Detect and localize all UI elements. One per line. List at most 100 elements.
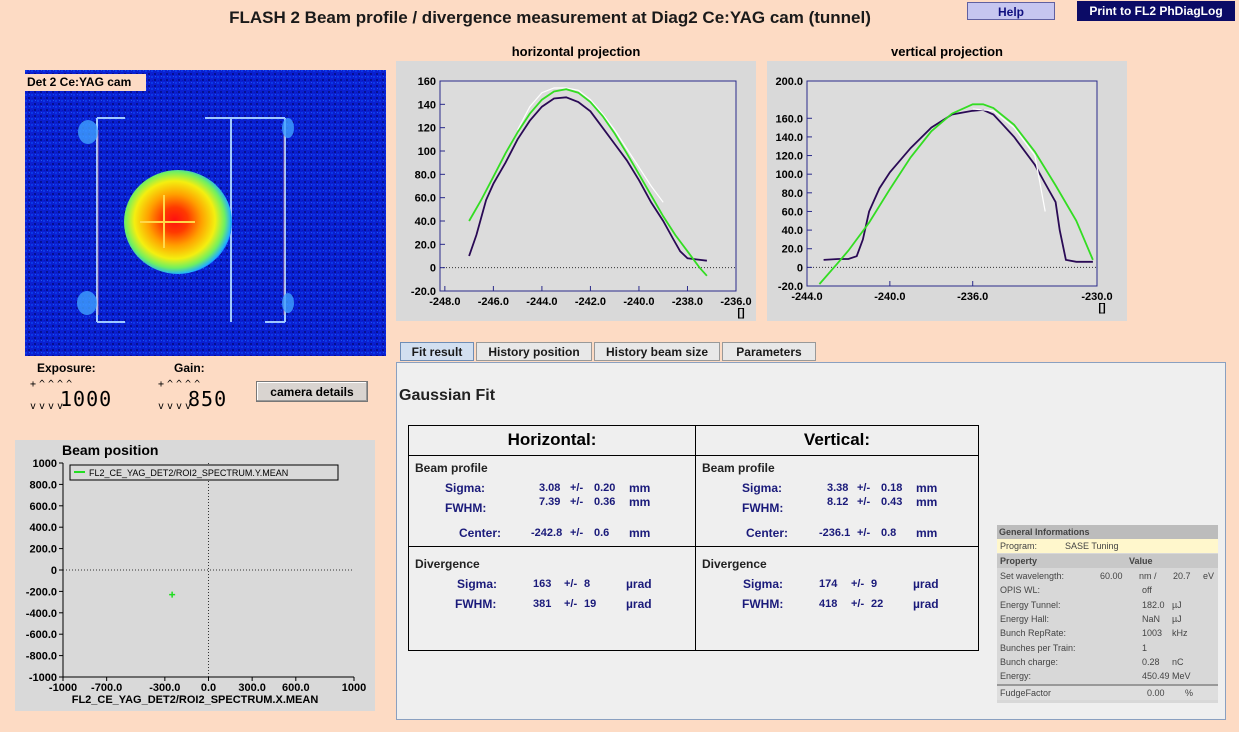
property-header-row: Property Value xyxy=(997,554,1218,568)
general-info-row-unit: µJ xyxy=(1172,599,1182,610)
h-center-value: -242.8 xyxy=(531,527,563,539)
v-sigma-value: 3.38 xyxy=(827,482,849,494)
y-tick-label: 80.0 xyxy=(782,188,803,200)
col-value: Value xyxy=(1129,556,1153,566)
fudge-unit: % xyxy=(1185,688,1194,698)
general-info-row-unit: MeV xyxy=(1172,671,1191,682)
v-center-unit: mm xyxy=(916,526,938,540)
tab-history-beam-size[interactable]: History beam size xyxy=(594,342,720,361)
gain-down-arrows[interactable]: vvvv xyxy=(158,402,194,412)
general-info-row-value: off xyxy=(1142,585,1152,596)
general-info-row-label: Energy Tunnel: xyxy=(1000,599,1061,610)
fit-result-table: Horizontal: Vertical: Beam profile Sigma… xyxy=(408,425,979,651)
h-sigma-label: Sigma: xyxy=(445,481,486,495)
y-tick-label: 0 xyxy=(51,565,57,577)
general-info-row-value: 1003 xyxy=(1142,628,1163,639)
vertical-projection-title: vertical projection xyxy=(891,44,1003,59)
general-info-row-extra-unit: eV xyxy=(1203,571,1215,581)
x-tick-label: -244.0 xyxy=(526,296,557,308)
y-tick-label: 200.0 xyxy=(775,76,803,88)
program-label: Program: xyxy=(1000,541,1038,551)
general-info-row: Set wavelength: 60.00 nm / 20.7 eV xyxy=(997,569,1218,583)
y-tick-label: 120 xyxy=(418,123,436,135)
horizontal-projection-panel: 160 140 120 100 80.0 60.0 40.0 20.0 0 -20.0 -248.0… xyxy=(396,61,756,321)
print-to-logbook-button[interactable]: Print to FL2 PhDiagLog xyxy=(1077,1,1235,21)
general-info-row-label: OPIS WL: xyxy=(1000,585,1041,596)
vertical-projection-chart: 200.0 160.0 140.0 120.0 100.0 80.0 60.0 40.0 20.… xyxy=(775,76,1112,314)
h-sigma-value: 3.08 xyxy=(539,482,561,494)
h-center-pm: +/- xyxy=(570,527,584,539)
general-info-row-unit: nC xyxy=(1172,656,1184,667)
exposure-value[interactable]: 1000 xyxy=(60,389,112,409)
general-info-row-value: 1 xyxy=(1142,642,1148,653)
fudge-row: FudgeFactor 0.00 % xyxy=(997,684,1218,700)
v-center-pm: +/- xyxy=(857,527,871,539)
v-fwhm-unit: mm xyxy=(916,495,938,509)
camera-details-button[interactable]: camera details xyxy=(256,381,368,402)
tab-parameters[interactable]: Parameters xyxy=(722,342,816,361)
h-beam-profile-label: Beam profile xyxy=(415,461,488,475)
y-tick-label: 80.0 xyxy=(415,169,436,181)
general-info-row-label: Energy Hall: xyxy=(1000,613,1050,624)
v-sigma-unit: mm xyxy=(916,481,938,495)
program-row: Program: SASE Tuning xyxy=(997,539,1218,553)
h-div-sigma-label: Sigma: xyxy=(457,577,498,591)
fudge-value: 0.00 xyxy=(1147,688,1165,698)
v-div-sigma-label: Sigma: xyxy=(743,577,784,591)
h-div-sigma-pm: +/- xyxy=(564,578,578,590)
y-tick-label: 600.0 xyxy=(29,501,57,513)
gain-spinner[interactable]: +^^^^ 850 vvvv xyxy=(158,380,233,412)
y-tick-label: 20.0 xyxy=(782,244,803,256)
v-div-fwhm-error: 22 xyxy=(871,598,884,610)
horizontal-projection-title: horizontal projection xyxy=(511,44,641,59)
y-tick-label: 100 xyxy=(418,146,436,158)
general-info-row-unit: nm / xyxy=(1139,571,1157,581)
legend-label: FL2_CE_YAG_DET2/ROI2_SPECTRUM.Y.MEAN xyxy=(89,468,288,478)
general-info-row-unit: kHz xyxy=(1172,628,1188,639)
vertical-header: Vertical: xyxy=(803,430,871,449)
h-div-sigma-error: 8 xyxy=(584,578,591,590)
tab-history-position[interactable]: History position xyxy=(476,342,592,361)
v-sigma-pm: +/- xyxy=(857,482,871,494)
y-tick-label: 140 xyxy=(418,99,436,111)
exposure-down-arrows[interactable]: vvvv xyxy=(30,402,66,412)
general-info-row: OPIS WL: off xyxy=(997,583,1218,597)
v-sigma-error: 0.18 xyxy=(881,482,903,494)
v-center-value: -236.1 xyxy=(819,527,851,539)
camera-label: Det 2 Ce:YAG cam xyxy=(25,74,146,91)
x-tick-label: -236.0 xyxy=(957,291,988,303)
v-fwhm-pm: +/- xyxy=(857,496,871,508)
x-tick-label: -1000 xyxy=(49,682,77,694)
h-sigma-error: 0.20 xyxy=(594,482,616,494)
exposure-spinner[interactable]: +^^^^ 1000 vvvv xyxy=(30,380,115,412)
beam-position-chart: 1000 800.0 600.0 400.0 200.0 0 -200.0 -400.0 -60… xyxy=(26,458,366,706)
x-tick-label: 1000 xyxy=(342,682,366,694)
y-tick-label: 60.0 xyxy=(782,206,803,218)
h-fwhm-pm: +/- xyxy=(570,496,584,508)
tab-fit-result[interactable]: Fit result xyxy=(400,342,474,361)
general-info-row: Bunches per Train: 1 xyxy=(997,641,1218,655)
exposure-label: Exposure: xyxy=(37,361,96,375)
v-div-sigma-error: 9 xyxy=(871,578,878,590)
general-info-row: Energy Hall: NaN µJ xyxy=(997,612,1218,626)
general-info-row-value: 182.0 xyxy=(1142,599,1165,610)
beam-position-title: Beam position xyxy=(62,442,159,458)
help-button[interactable]: Help xyxy=(967,2,1055,20)
y-tick-label: 40.0 xyxy=(415,216,436,228)
y-tick-label: -800.0 xyxy=(26,651,57,663)
x-tick-label: -238.0 xyxy=(672,296,703,308)
horizontal-header: Horizontal: xyxy=(507,430,597,449)
v-center-error: 0.8 xyxy=(881,527,897,539)
general-info-row-label: Energy: xyxy=(1000,671,1032,682)
x-unit-label: [] xyxy=(737,307,745,319)
h-center-unit: mm xyxy=(629,526,651,540)
h-div-fwhm-unit: µrad xyxy=(626,597,652,611)
gain-label: Gain: xyxy=(174,361,205,375)
general-info-row-value: 450.49 xyxy=(1142,671,1170,682)
page-title: FLASH 2 Beam profile / divergence measur… xyxy=(229,8,871,27)
x-tick-label: -230.0 xyxy=(1081,291,1112,303)
v-div-sigma-value: 174 xyxy=(819,578,838,590)
general-info-panel: General Informations Program: SASE Tunin… xyxy=(997,525,1218,703)
v-div-sigma-unit: µrad xyxy=(913,577,939,591)
v-div-fwhm-pm: +/- xyxy=(851,598,865,610)
